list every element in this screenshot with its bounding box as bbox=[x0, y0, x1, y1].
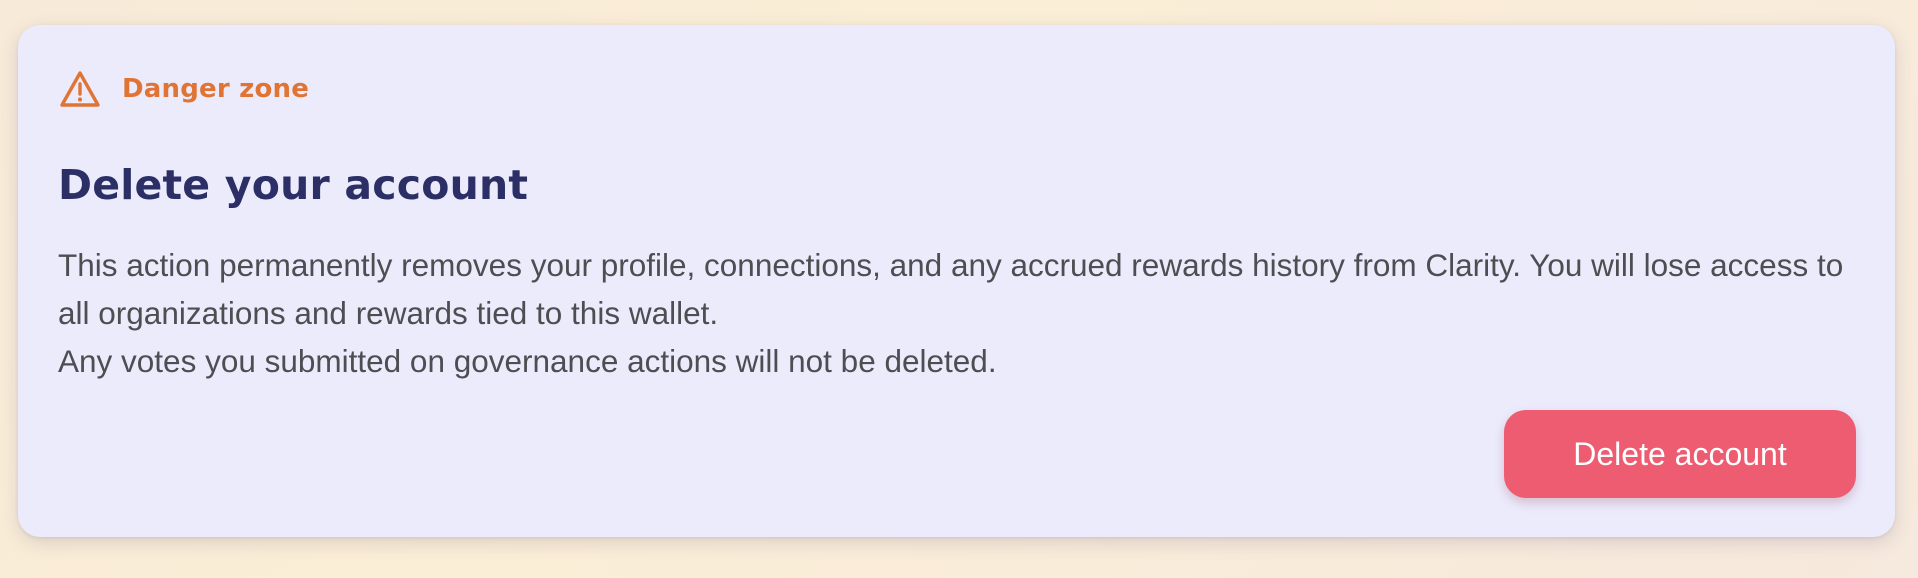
danger-zone-card: Danger zone Delete your account This act… bbox=[18, 25, 1895, 537]
warning-triangle-icon bbox=[58, 69, 102, 109]
delete-account-title: Delete your account bbox=[58, 161, 529, 209]
danger-zone-label: Danger zone bbox=[122, 74, 310, 104]
delete-account-button[interactable]: Delete account bbox=[1504, 410, 1856, 498]
votes-note: Any votes you submitted on governance ac… bbox=[58, 343, 997, 379]
danger-zone-header: Danger zone bbox=[58, 69, 309, 109]
description-paragraph: This action permanently removes your pro… bbox=[58, 247, 1844, 331]
delete-account-description: This action permanently removes your pro… bbox=[58, 241, 1868, 385]
